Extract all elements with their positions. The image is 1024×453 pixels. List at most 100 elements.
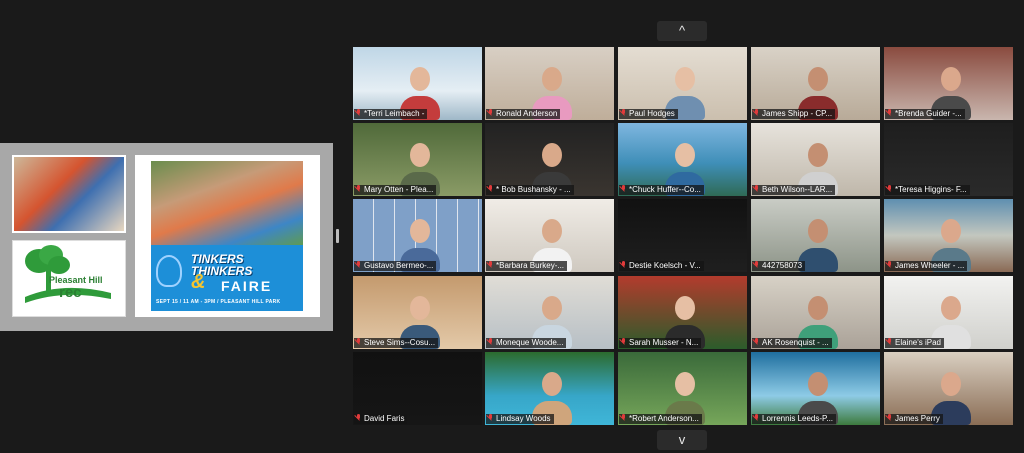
flyer-amp: &: [191, 271, 206, 293]
participant-name-label: James Shipp - CP...: [752, 109, 836, 119]
participant-face: [542, 219, 562, 243]
participant-name-label: David Faris: [354, 414, 408, 424]
shared-screen: Pleasant Hill rec TINKERS THINKERS & FAI…: [0, 143, 333, 331]
participant-tile[interactable]: Mary Otten - Plea...: [353, 123, 482, 196]
muted-mic-icon: [886, 414, 893, 422]
participant-name: *Teresa Higgins- F...: [895, 185, 967, 194]
participant-tile[interactable]: James Wheeler - ...: [884, 199, 1013, 272]
participant-face: [941, 372, 961, 396]
participant-name: Paul Hodges: [629, 109, 675, 118]
muted-mic-icon: [886, 185, 893, 193]
muted-mic-icon: [753, 338, 760, 346]
participant-name-label: Elaine's iPad: [885, 338, 944, 348]
participant-tile[interactable]: Lorrennis Leeds-P...: [751, 352, 880, 425]
participant-tile[interactable]: James Shipp - CP...: [751, 47, 880, 120]
participant-name: *Robert Anderson...: [629, 414, 699, 423]
participant-name-label: Ronald Anderson: [486, 109, 561, 119]
pleasant-hill-rec-logo: Pleasant Hill rec: [12, 240, 126, 317]
participant-name-label: Gustavo Bermeo-...: [354, 261, 437, 271]
kids-photo: [12, 155, 126, 233]
participant-name-label: *Chuck Huffer--Co...: [619, 185, 704, 195]
participant-tile[interactable]: AK Rosenquist - ...: [751, 276, 880, 349]
participant-face: [808, 372, 828, 396]
participant-face: [542, 143, 562, 167]
participant-face: [410, 67, 430, 91]
participant-name: * Bob Bushansky - ...: [496, 185, 571, 194]
muted-mic-icon: [487, 109, 494, 117]
participant-name-label: AK Rosenquist - ...: [752, 338, 832, 348]
participant-tile[interactable]: Ronald Anderson: [485, 47, 614, 120]
flyer-photo: [151, 161, 303, 245]
participant-tile[interactable]: *Robert Anderson...: [618, 352, 747, 425]
participant-name: Destie Koelsch - V...: [629, 261, 701, 270]
participant-name-label: Lorrennis Leeds-P...: [752, 414, 837, 424]
participant-name: James Wheeler - ...: [895, 261, 965, 270]
participant-name-label: Lindsay Woods: [486, 414, 554, 424]
participant-tile[interactable]: *Chuck Huffer--Co...: [618, 123, 747, 196]
participant-face: [941, 219, 961, 243]
participant-name: Moneque Woode...: [496, 338, 564, 347]
participant-name-label: *Brenda Guider -...: [885, 109, 965, 119]
muted-mic-icon: [487, 185, 494, 193]
participant-tile[interactable]: Elaine's iPad: [884, 276, 1013, 349]
participant-name: Sarah Musser - N...: [629, 338, 699, 347]
muted-mic-icon: [620, 109, 627, 117]
muted-mic-icon: [620, 185, 627, 193]
participant-name: *Chuck Huffer--Co...: [629, 185, 701, 194]
participant-tile[interactable]: Gustavo Bermeo-...: [353, 199, 482, 272]
resize-handle[interactable]: [336, 229, 339, 243]
participant-tile[interactable]: *Teresa Higgins- F...: [884, 123, 1013, 196]
muted-mic-icon: [886, 109, 893, 117]
tinkers-faire-flyer: TINKERS THINKERS & FAIRE SEPT 15 / 11 AM…: [135, 155, 320, 317]
muted-mic-icon: [487, 338, 494, 346]
participant-name: AK Rosenquist - ...: [762, 338, 829, 347]
participant-tile[interactable]: Steve Sims--Cosu...: [353, 276, 482, 349]
muted-mic-icon: [487, 414, 494, 422]
participant-name: 442758073: [762, 261, 803, 270]
flyer-date: SEPT 15 / 11 AM - 3PM / PLEASANT HILL PA…: [156, 299, 281, 305]
participant-name: Gustavo Bermeo-...: [364, 261, 434, 270]
muted-mic-icon: [355, 414, 362, 422]
participant-tile[interactable]: Sarah Musser - N...: [618, 276, 747, 349]
participant-name: Elaine's iPad: [895, 338, 941, 347]
participant-tile[interactable]: Destie Koelsch - V...: [618, 199, 747, 272]
page-down-button[interactable]: v: [657, 430, 707, 450]
participant-name: Lindsay Woods: [496, 414, 551, 423]
participant-tile[interactable]: David Faris: [353, 352, 482, 425]
participant-name: James Shipp - CP...: [762, 109, 833, 118]
participant-tile[interactable]: 442758073: [751, 199, 880, 272]
page-up-button[interactable]: ^: [657, 21, 707, 41]
participant-tile[interactable]: Lindsay Woods: [485, 352, 614, 425]
participant-tile[interactable]: *Terri Leimbach -: [353, 47, 482, 120]
participant-face: [808, 296, 828, 320]
muted-mic-icon: [487, 261, 494, 269]
participant-name-label: *Terri Leimbach -: [354, 109, 428, 119]
muted-mic-icon: [886, 261, 893, 269]
participant-face: [542, 67, 562, 91]
participant-tile[interactable]: *Barbara Burkey-...: [485, 199, 614, 272]
flyer-banner: TINKERS THINKERS & FAIRE SEPT 15 / 11 AM…: [151, 245, 303, 311]
participant-name-label: Paul Hodges: [619, 109, 678, 119]
participant-name-label: James Perry: [885, 414, 943, 424]
participant-tile[interactable]: Beth Wilson--LAR...: [751, 123, 880, 196]
participant-face: [675, 296, 695, 320]
participant-tile[interactable]: Paul Hodges: [618, 47, 747, 120]
participant-name-label: * Bob Bushansky - ...: [486, 185, 574, 195]
participant-name-label: Moneque Woode...: [486, 338, 567, 348]
muted-mic-icon: [620, 261, 627, 269]
participant-tile[interactable]: * Bob Bushansky - ...: [485, 123, 614, 196]
muted-mic-icon: [753, 109, 760, 117]
org-rec: rec: [59, 284, 82, 301]
chevron-down-icon: v: [678, 432, 686, 447]
muted-mic-icon: [620, 414, 627, 422]
muted-mic-icon: [355, 338, 362, 346]
participant-name-label: *Robert Anderson...: [619, 414, 702, 424]
participant-name: *Brenda Guider -...: [895, 109, 962, 118]
participant-tile[interactable]: Moneque Woode...: [485, 276, 614, 349]
participant-tile[interactable]: *Brenda Guider -...: [884, 47, 1013, 120]
muted-mic-icon: [886, 338, 893, 346]
participant-tile[interactable]: James Perry: [884, 352, 1013, 425]
muted-mic-icon: [355, 109, 362, 117]
participant-name: *Barbara Burkey-...: [496, 261, 565, 270]
participant-face: [808, 67, 828, 91]
